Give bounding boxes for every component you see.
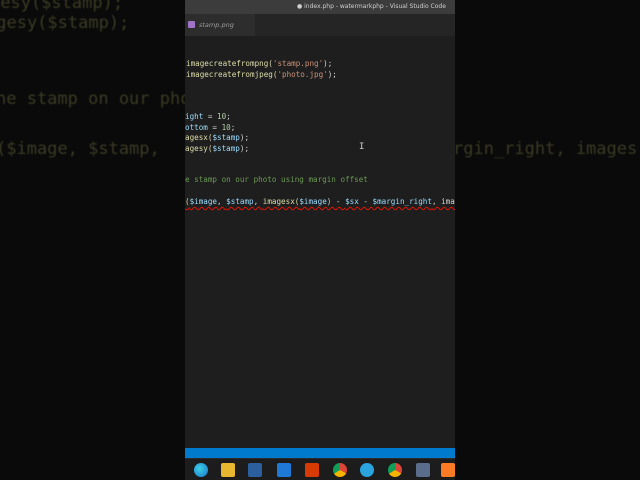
bg-code-line: agesy($stamp); — [0, 13, 130, 33]
code-token: $stamp — [212, 133, 240, 142]
text-cursor-icon: I — [359, 142, 365, 152]
blurred-background-left: gesy($stamp); agesy($stamp); he stamp on… — [0, 0, 185, 480]
chrome-icon[interactable] — [333, 463, 347, 477]
code-token: ight — [185, 112, 204, 121]
code-token: , — [217, 197, 227, 206]
bg-code-line: ($image, $stamp, — [0, 139, 170, 159]
code-token: imagesx( — [262, 197, 300, 206]
code-token: ) - — [326, 197, 346, 206]
code-token: , images — [431, 197, 455, 206]
code-token: imagecreatefrompng( — [186, 59, 273, 68]
code-token: ); — [327, 70, 337, 79]
file-explorer-icon[interactable] — [221, 463, 235, 477]
status-bar — [185, 448, 455, 458]
code-token: $image — [189, 197, 218, 206]
bg-code-line: he stamp on our pho — [0, 89, 185, 109]
code-token: ottom — [185, 123, 208, 132]
code-token: 10 — [217, 112, 227, 121]
code-token: 'photo.jpg' — [277, 70, 328, 79]
code-token: 10 — [221, 123, 231, 132]
tab-bar: stamp.png — [185, 14, 455, 36]
code-comment: e stamp on our photo using margin offset — [185, 175, 368, 184]
code-token: agesy( — [185, 144, 213, 153]
code-token: agesx( — [185, 133, 213, 142]
code-token: - — [358, 197, 373, 206]
code-line: agesx($stamp); — [185, 132, 249, 143]
code-token: $margin_right — [372, 197, 432, 206]
code-token: = — [207, 123, 222, 132]
code-line: agesy($stamp); — [185, 143, 249, 154]
telegram-icon[interactable] — [360, 463, 374, 477]
xampp-icon[interactable] — [441, 463, 455, 477]
edge-icon[interactable] — [194, 463, 208, 477]
taskbar — [185, 458, 455, 480]
code-line: imagecreatefromjpeg('photo.jpg'); — [186, 69, 337, 80]
tab-stamp-png[interactable]: stamp.png — [185, 14, 255, 36]
store-icon[interactable] — [248, 463, 262, 477]
code-line: imagecreatefrompng('stamp.png'); — [186, 58, 332, 69]
code-token: ); — [239, 133, 250, 142]
code-token: $stamp — [226, 197, 254, 206]
mail-icon[interactable] — [277, 463, 291, 477]
code-token: ; — [226, 112, 231, 121]
title-bar: ● index.php - watermarkphp - Visual Stud… — [185, 0, 455, 14]
code-token: ); — [323, 59, 333, 68]
bg-code-line: rgin_right, images — [455, 139, 638, 159]
code-line: ight = 10; — [185, 111, 231, 122]
code-token: $sx — [345, 197, 359, 206]
office-icon[interactable] — [305, 463, 319, 477]
code-token: $stamp — [212, 144, 240, 153]
chrome-icon[interactable] — [388, 463, 402, 477]
code-token: imagecreatefromjpeg( — [186, 70, 278, 79]
code-editor[interactable]: imagecreatefrompng('stamp.png'); imagecr… — [185, 36, 455, 448]
code-line: ($image, $stamp, imagesx($image) - $sx -… — [185, 196, 455, 207]
code-token: , — [253, 197, 263, 206]
image-file-icon — [188, 21, 195, 28]
blurred-background-right: rgin_right, images — [455, 0, 640, 480]
code-token: 'stamp.png' — [272, 59, 324, 68]
code-token: = — [203, 112, 218, 121]
code-token: ; — [230, 123, 236, 132]
network-icon[interactable] — [416, 463, 430, 477]
tab-label: stamp.png — [199, 21, 234, 29]
code-token: $image — [299, 197, 327, 206]
vscode-window: ● index.php - watermarkphp - Visual Stud… — [185, 0, 455, 480]
code-token: ); — [239, 144, 250, 153]
window-title: ● index.php - watermarkphp - Visual Stud… — [297, 3, 446, 10]
